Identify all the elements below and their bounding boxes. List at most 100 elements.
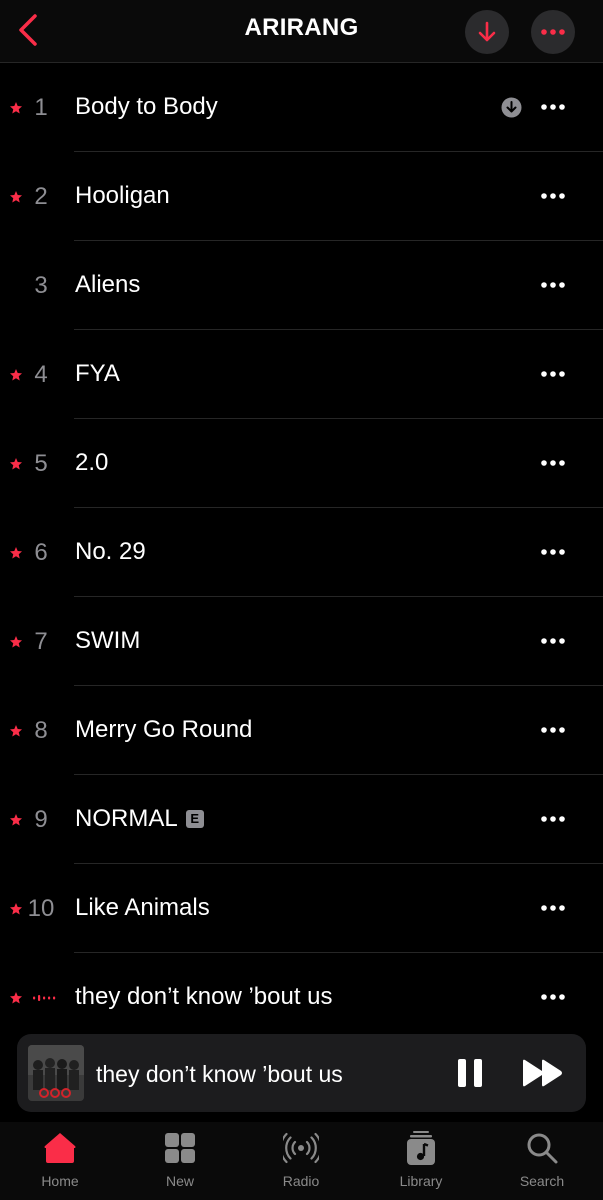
track-title-text: Hooligan: [75, 182, 170, 209]
track-number: 1: [34, 94, 48, 121]
track-title-text: Body to Body: [75, 93, 218, 120]
track-title-text: Like Animals: [75, 894, 210, 921]
ellipsis-icon: [541, 371, 565, 377]
ellipsis-icon: [541, 193, 565, 199]
fast-forward-icon: [523, 1059, 562, 1087]
star-icon: [9, 547, 23, 559]
star-icon: [9, 191, 23, 203]
tab-bar: Home New Radio Library Search: [0, 1122, 603, 1200]
track-more-button[interactable]: [538, 542, 568, 562]
ellipsis-icon: [541, 460, 565, 466]
track-title: No. 29: [75, 538, 146, 566]
downloaded-icon: [501, 97, 522, 118]
track-title-text: Merry Go Round: [75, 716, 253, 743]
track-title: they don’t know ’bout us: [75, 983, 333, 1011]
now-playing-title[interactable]: they don’t know ’bout us: [96, 1061, 343, 1088]
track-more-button[interactable]: [538, 275, 568, 295]
star-icon: [9, 992, 23, 1004]
track-number: 7: [34, 628, 48, 655]
nav-header: ARIRANG: [0, 0, 603, 63]
track-title: Hooligan: [75, 182, 170, 210]
track-title: Like Animals: [75, 894, 210, 922]
track-title: Body to Body: [75, 93, 218, 121]
track-row[interactable]: 8 Merry Go Round: [0, 686, 603, 775]
tab-label: Home: [41, 1173, 79, 1189]
track-more-button[interactable]: [538, 364, 568, 384]
ellipsis-icon: [541, 282, 565, 288]
skip-forward-button[interactable]: [521, 1057, 565, 1089]
star-icon: [9, 725, 23, 737]
arrow-down-icon: [478, 21, 496, 42]
tab-label: Radio: [282, 1173, 320, 1189]
track-row[interactable]: 7 SWIM: [0, 597, 603, 686]
star-icon: [9, 369, 23, 381]
track-number: 10: [27, 895, 55, 922]
track-title: 2.0: [75, 449, 108, 477]
track-row[interactable]: 1 Body to Body: [0, 63, 603, 152]
ellipsis-icon: [541, 29, 565, 35]
track-more-button[interactable]: [538, 97, 568, 117]
track-title: SWIM: [75, 627, 140, 655]
explicit-badge: E: [185, 810, 204, 828]
track-number: 5: [34, 450, 48, 477]
track-title-text: NORMAL: [75, 805, 178, 832]
grid-icon: [165, 1133, 195, 1163]
track-more-button[interactable]: [538, 720, 568, 740]
tab-radio[interactable]: Radio: [241, 1122, 361, 1200]
track-title: NORMAL E: [75, 805, 204, 833]
track-title: Aliens: [75, 271, 140, 299]
track-more-button[interactable]: [538, 898, 568, 918]
tab-label: New: [165, 1173, 194, 1189]
track-title-text: FYA: [75, 360, 120, 387]
track-number: 8: [34, 717, 48, 744]
track-row[interactable]: 10 Like Animals: [0, 864, 603, 953]
download-album-button[interactable]: [465, 10, 509, 54]
star-icon: [9, 814, 23, 826]
pause-button[interactable]: [455, 1055, 485, 1091]
track-row[interactable]: they don’t know ’bout us: [0, 953, 603, 1042]
track-number: 2: [34, 183, 48, 210]
ellipsis-icon: [541, 994, 565, 1000]
tab-label: Search: [519, 1173, 565, 1189]
track-more-button[interactable]: [538, 453, 568, 473]
track-row[interactable]: 2 Hooligan: [0, 152, 603, 241]
library-icon: [407, 1131, 435, 1165]
album-more-button[interactable]: [531, 10, 575, 54]
track-more-button[interactable]: [538, 809, 568, 829]
track-number: 3: [34, 272, 48, 299]
tab-library[interactable]: Library: [361, 1122, 481, 1200]
track-more-button[interactable]: [538, 987, 568, 1007]
track-list: 1 Body to Body 2 Hooligan 3 Aliens 4 FYA 5 2.0 6 No…: [0, 63, 603, 1042]
track-number: 6: [34, 539, 48, 566]
star-icon: [9, 102, 23, 114]
ellipsis-icon: [541, 104, 565, 110]
ellipsis-icon: [541, 905, 565, 911]
track-row[interactable]: 4 FYA: [0, 330, 603, 419]
track-number: 4: [34, 361, 48, 388]
album-artwork[interactable]: [28, 1045, 84, 1101]
pause-icon: [458, 1059, 482, 1087]
mini-player[interactable]: they don’t know ’bout us: [17, 1034, 586, 1112]
track-row[interactable]: 9 NORMAL E: [0, 775, 603, 864]
track-more-button[interactable]: [538, 631, 568, 651]
ellipsis-icon: [541, 816, 565, 822]
tab-new[interactable]: New: [120, 1122, 240, 1200]
track-title-text: No. 29: [75, 538, 146, 565]
star-icon: [9, 903, 23, 915]
star-icon: [9, 458, 23, 470]
track-row[interactable]: 6 No. 29: [0, 508, 603, 597]
track-more-button[interactable]: [538, 186, 568, 206]
now-playing-icon: [33, 995, 56, 1001]
track-row[interactable]: 3 Aliens: [0, 241, 603, 330]
ellipsis-icon: [541, 727, 565, 733]
home-icon: [44, 1133, 76, 1163]
track-row[interactable]: 5 2.0: [0, 419, 603, 508]
tab-home[interactable]: Home: [0, 1122, 120, 1200]
radio-icon: [283, 1132, 319, 1164]
track-number: 9: [34, 806, 48, 833]
track-title: Merry Go Round: [75, 716, 252, 744]
tab-label: Library: [399, 1173, 443, 1189]
tab-search[interactable]: Search: [482, 1122, 602, 1200]
track-title-text: 2.0: [75, 449, 109, 476]
track-title-text: SWIM: [75, 627, 141, 654]
